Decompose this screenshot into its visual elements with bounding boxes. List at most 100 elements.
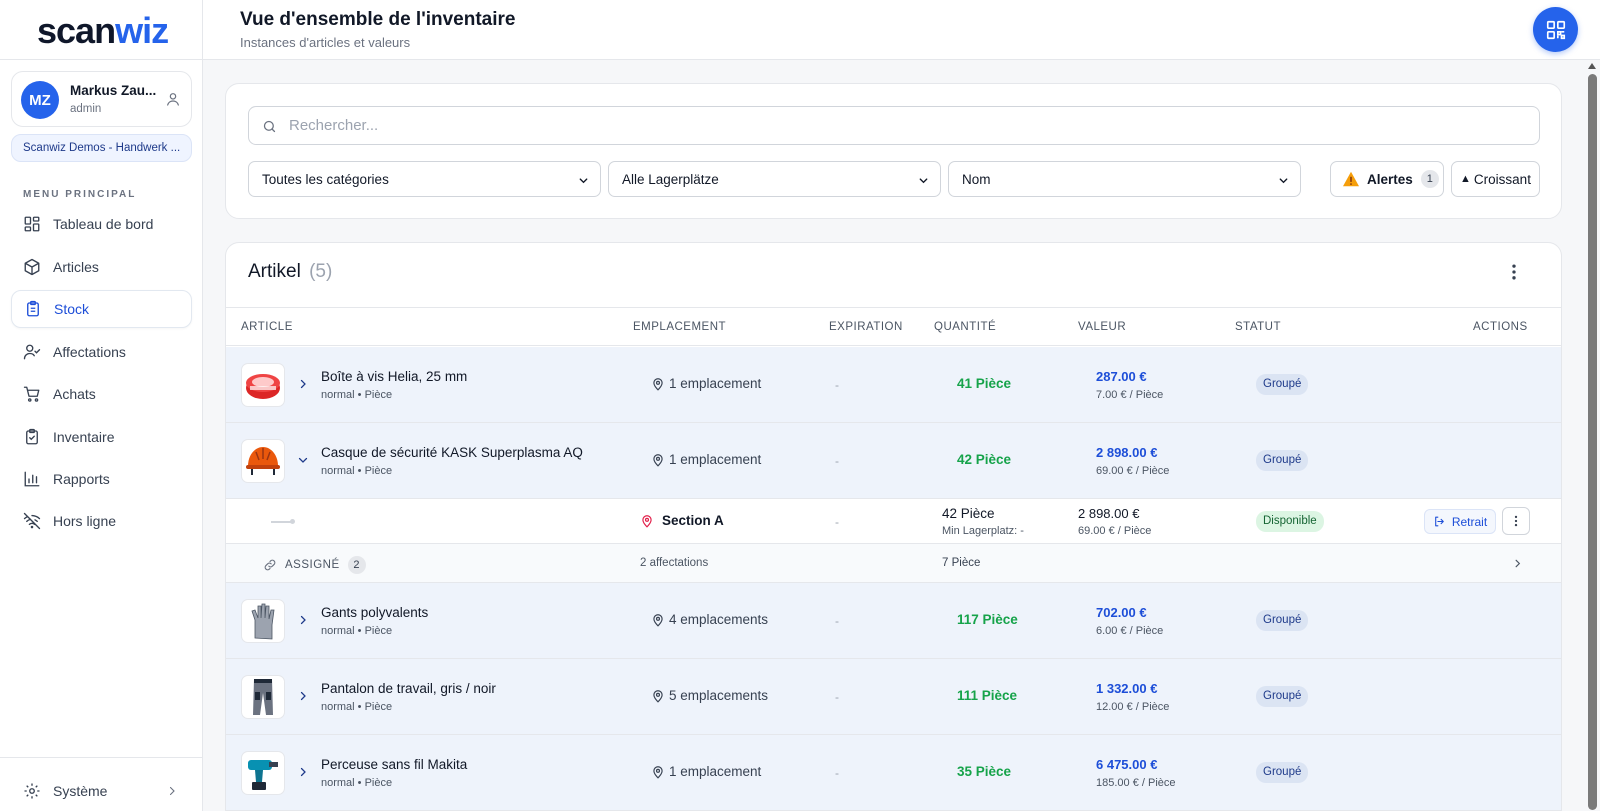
- item-name[interactable]: Perceuse sans fil Makita: [321, 757, 467, 772]
- expiration-cell: -: [835, 690, 839, 704]
- instance-more-button[interactable]: [1502, 507, 1530, 535]
- sidebar-item-label: Affectations: [53, 344, 126, 360]
- sidebar-item-stock[interactable]: Stock: [11, 290, 192, 328]
- chevron-right-icon[interactable]: [297, 614, 309, 626]
- link-icon: [264, 559, 276, 571]
- column-header-emplacement[interactable]: EMPLACEMENT: [633, 321, 726, 333]
- location-text: Section A: [662, 513, 724, 528]
- sidebar-item-affectations[interactable]: Affectations: [11, 333, 192, 371]
- map-pin-icon: [653, 689, 663, 703]
- column-header-statut[interactable]: STATUT: [1235, 321, 1281, 333]
- column-header-valeur[interactable]: VALEUR: [1078, 321, 1126, 333]
- search-input[interactable]: [289, 107, 1529, 144]
- table-title: Artikel (5): [248, 261, 332, 283]
- location-select[interactable]: Alle Lagerplätze: [608, 161, 941, 197]
- sidebar-item-inventaire[interactable]: Inventaire: [11, 418, 192, 456]
- status-badge: Groupé: [1256, 762, 1309, 783]
- user-card[interactable]: MZ Markus Zau... admin: [11, 71, 192, 127]
- item-name[interactable]: Casque de sécurité KASK Superplasma AQ: [321, 445, 583, 460]
- quantity-cell: 41 Pièce: [957, 376, 1012, 391]
- sidebar: scanwiz MZ Markus Zau... admin Scanwiz D…: [0, 0, 203, 811]
- qr-scan-button[interactable]: [1533, 7, 1578, 52]
- status-badge: Groupé: [1256, 686, 1309, 707]
- item-name[interactable]: Boîte à vis Helia, 25 mm: [321, 369, 467, 384]
- table-row[interactable]: Casque de sécurité KASK Superplasma AQ n…: [226, 423, 1561, 499]
- user-icon[interactable]: [165, 91, 181, 107]
- search-box[interactable]: [248, 106, 1540, 145]
- alerts-button[interactable]: Alertes 1: [1330, 161, 1444, 197]
- chevron-down-icon[interactable]: [297, 454, 309, 466]
- alerts-count-badge: 1: [1420, 170, 1439, 188]
- scroll-thumb[interactable]: [1588, 74, 1597, 810]
- instance-row[interactable]: Section A - 42 Pièce Min Lagerplatz: - 2…: [226, 499, 1561, 544]
- scroll-up-arrow[interactable]: [1588, 63, 1596, 69]
- tree-connector: [271, 519, 295, 524]
- column-header-quantite[interactable]: QUANTITÉ: [934, 321, 996, 333]
- sort-field-select[interactable]: Nom: [948, 161, 1301, 197]
- assigned-row[interactable]: ASSIGNÉ 2 2 affectations 7 Pièce: [226, 544, 1561, 583]
- app-logo[interactable]: scanwiz: [37, 10, 169, 52]
- expiration-cell: -: [835, 614, 839, 628]
- item-image: [241, 751, 285, 795]
- table-row[interactable]: Pantalon de travail, gris / noir normal …: [226, 659, 1561, 735]
- sidebar-item-label: Système: [53, 783, 108, 799]
- box-icon: [24, 258, 40, 276]
- unit-value: 69.00 € / Pièce: [1096, 465, 1170, 477]
- chevron-right-icon[interactable]: [297, 766, 309, 778]
- qr-code-icon: [1546, 20, 1565, 39]
- more-vertical-icon: [1514, 515, 1518, 527]
- chevron-right-icon[interactable]: [297, 690, 309, 702]
- retrait-button[interactable]: Retrait: [1424, 509, 1496, 534]
- sidebar-item-hors-ligne[interactable]: Hors ligne: [11, 502, 192, 540]
- expiration-cell: -: [835, 378, 839, 392]
- divider: [0, 757, 203, 758]
- wifi-off-icon: [23, 512, 41, 530]
- value-cell: 287.00 €: [1096, 369, 1147, 384]
- column-header-article[interactable]: ARTICLE: [241, 321, 293, 333]
- item-name[interactable]: Pantalon de travail, gris / noir: [321, 681, 496, 696]
- map-pin-icon: [653, 765, 663, 779]
- clipboard-icon: [27, 300, 39, 317]
- status-badge: Groupé: [1256, 374, 1309, 395]
- table-row[interactable]: Boîte à vis Helia, 25 mm normal • Pièce …: [226, 347, 1561, 423]
- sidebar-item-articles[interactable]: Articles: [11, 248, 192, 286]
- sidebar-item-systeme[interactable]: Système: [11, 772, 192, 810]
- log-out-icon: [1434, 516, 1444, 527]
- sidebar-item-label: Rapports: [53, 471, 110, 487]
- assigned-count-badge: 2: [347, 556, 366, 574]
- category-select[interactable]: Toutes les catégories: [248, 161, 601, 197]
- sidebar-item-label: Hors ligne: [53, 513, 117, 529]
- company-selector[interactable]: Scanwiz Demos - Handwerk ...: [11, 134, 192, 162]
- sidebar-item-dashboard[interactable]: Tableau de bord: [11, 205, 192, 243]
- divider: [0, 59, 203, 60]
- scrollbar[interactable]: [1585, 60, 1600, 811]
- user-name: Markus Zau...: [70, 83, 157, 98]
- table-title-text: Artikel: [248, 261, 301, 282]
- unit-value: 6.00 € / Pièce: [1096, 625, 1164, 637]
- column-header-expiration[interactable]: EXPIRATION: [829, 321, 903, 333]
- sidebar-item-achats[interactable]: Achats: [11, 375, 192, 413]
- dashboard-icon: [24, 216, 40, 232]
- quantity-cell: 111 Pièce: [957, 688, 1018, 703]
- unit-value: 69.00 € / Pièce: [1078, 525, 1152, 537]
- item-image: [241, 363, 285, 407]
- chevron-down-icon: [579, 178, 588, 184]
- item-name[interactable]: Gants polyvalents: [321, 605, 428, 620]
- table-row[interactable]: Perceuse sans fil Makita normal • Pièce …: [226, 735, 1561, 811]
- map-pin-icon: [653, 377, 663, 391]
- location-text: 1 emplacement: [669, 764, 762, 779]
- quantity-cell: 117 Pièce: [957, 612, 1018, 627]
- table-row[interactable]: Gants polyvalents normal • Pièce 4 empla…: [226, 583, 1561, 659]
- sidebar-item-rapports[interactable]: Rapports: [11, 460, 192, 498]
- chevron-right-icon[interactable]: [1512, 558, 1523, 569]
- location-cell: 4 emplacements: [651, 612, 768, 627]
- chevron-right-icon[interactable]: [297, 378, 309, 390]
- location-text: 1 emplacement: [669, 376, 762, 391]
- location-text: 4 emplacements: [669, 612, 769, 627]
- item-meta: normal • Pièce: [321, 777, 393, 789]
- assignments-count: 2 affectations: [640, 557, 709, 569]
- sort-order-button[interactable]: ▲ Croissant: [1451, 161, 1540, 197]
- user-check-icon: [23, 344, 41, 360]
- unit-value: 7.00 € / Pièce: [1096, 389, 1164, 401]
- more-vertical-icon[interactable]: [1504, 262, 1524, 282]
